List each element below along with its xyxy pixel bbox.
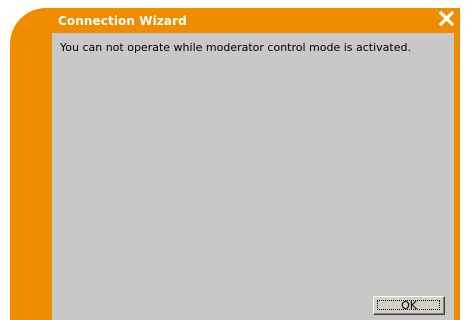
close-button[interactable] [437, 10, 456, 31]
ok-button[interactable]: OK [373, 296, 445, 315]
dialog-window: Connection Wizard You can not operate wh… [10, 8, 460, 320]
close-icon [438, 10, 455, 31]
ok-button-label: OK [401, 299, 417, 312]
dialog-title: Connection Wizard [58, 14, 187, 28]
message-text: You can not operate while moderator cont… [60, 41, 411, 54]
dialog-content: You can not operate while moderator cont… [52, 33, 454, 320]
